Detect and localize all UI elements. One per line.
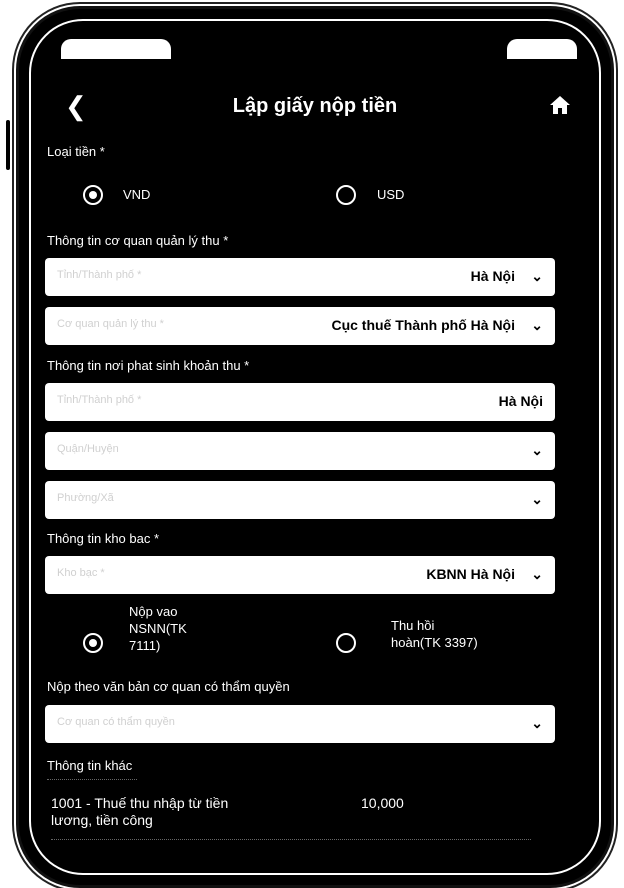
origin-province-field[interactable]: Tỉnh/Thành phố * Hà Nội — [45, 383, 555, 421]
chevron-down-icon: ⌄ — [531, 491, 543, 507]
origin-label: Thông tin nơi phat sinh khoản thu * — [47, 358, 250, 373]
other-label: Thông tin khác — [47, 758, 133, 773]
page-title: Lập giấy nộp tiền — [232, 95, 398, 117]
origin-province-value: Hà Nội — [498, 393, 543, 409]
authority-select[interactable]: Cơ quan có thẩm quyền ⌄ — [45, 705, 555, 743]
authority-label: Nộp theo văn bản cơ quan có thẩm quyền — [47, 679, 290, 694]
treasury-select[interactable]: Kho bạc * KBNN Hà Nội ⌄ — [45, 556, 555, 594]
divider — [47, 779, 137, 781]
chevron-down-icon: ⌄ — [531, 317, 543, 333]
radio-nsnn-label: Nộp vao NSNN(TK 7111) — [129, 604, 187, 653]
radio-usd[interactable] — [336, 185, 356, 205]
district-select[interactable]: Quận/Huyện ⌄ — [45, 432, 555, 470]
tax-item-amount: 10,000 — [361, 795, 404, 811]
chevron-down-icon: ⌄ — [531, 715, 543, 731]
ward-placeholder: Phường/Xã — [57, 492, 114, 504]
radio-refund-label: Thu hồi hoàn(TK 3397) — [391, 618, 478, 650]
tax-office-value: Cục thuế Thành phố Hà Nội — [331, 317, 515, 333]
volume-button — [6, 120, 10, 170]
agency-province-select[interactable]: Tỉnh/Thành phố * Hà Nội ⌄ — [45, 258, 555, 296]
status-bar-right — [507, 39, 577, 59]
power-button — [614, 210, 618, 290]
origin-province-placeholder: Tỉnh/Thành phố * — [57, 394, 142, 406]
tax-item-description: 1001 - Thuế thu nhập từ tiền lương, tiền… — [51, 795, 229, 828]
radio-vnd-label: VND — [123, 187, 151, 202]
chevron-down-icon: ⌄ — [531, 268, 543, 284]
district-placeholder: Quận/Huyện — [57, 443, 119, 455]
currency-label: Loại tiền * — [47, 144, 105, 159]
ward-select[interactable]: Phường/Xã ⌄ — [45, 481, 555, 519]
authority-placeholder: Cơ quan có thẩm quyền — [57, 716, 175, 728]
radio-refund[interactable] — [336, 633, 356, 653]
screen: ❮ Lập giấy nộp tiền Loại tiền * VND USD … — [29, 19, 601, 875]
treasury-value: KBNN Hà Nội — [426, 566, 515, 582]
status-bar-left — [61, 39, 171, 59]
treasury-label: Thông tin kho bac * — [47, 531, 160, 546]
radio-usd-label: USD — [377, 187, 405, 202]
radio-vnd[interactable] — [83, 185, 103, 205]
agency-province-placeholder: Tỉnh/Thành phố * — [57, 269, 142, 281]
home-icon[interactable] — [549, 95, 571, 120]
divider — [51, 839, 531, 841]
chevron-down-icon: ⌄ — [531, 566, 543, 582]
treasury-placeholder: Kho bạc * — [57, 567, 105, 579]
agency-province-value: Hà Nội — [470, 268, 515, 284]
radio-nsnn[interactable] — [83, 633, 103, 653]
agency-label: Thông tin cơ quan quản lý thu * — [47, 233, 229, 248]
tax-office-select[interactable]: Cơ quan quản lý thu * Cục thuế Thành phố… — [45, 307, 555, 345]
phone-frame: ❮ Lập giấy nộp tiền Loại tiền * VND USD … — [16, 6, 614, 888]
tax-office-placeholder: Cơ quan quản lý thu * — [57, 318, 164, 330]
app-header: ❮ Lập giấy nộp tiền — [31, 83, 599, 133]
chevron-down-icon: ⌄ — [531, 442, 543, 458]
